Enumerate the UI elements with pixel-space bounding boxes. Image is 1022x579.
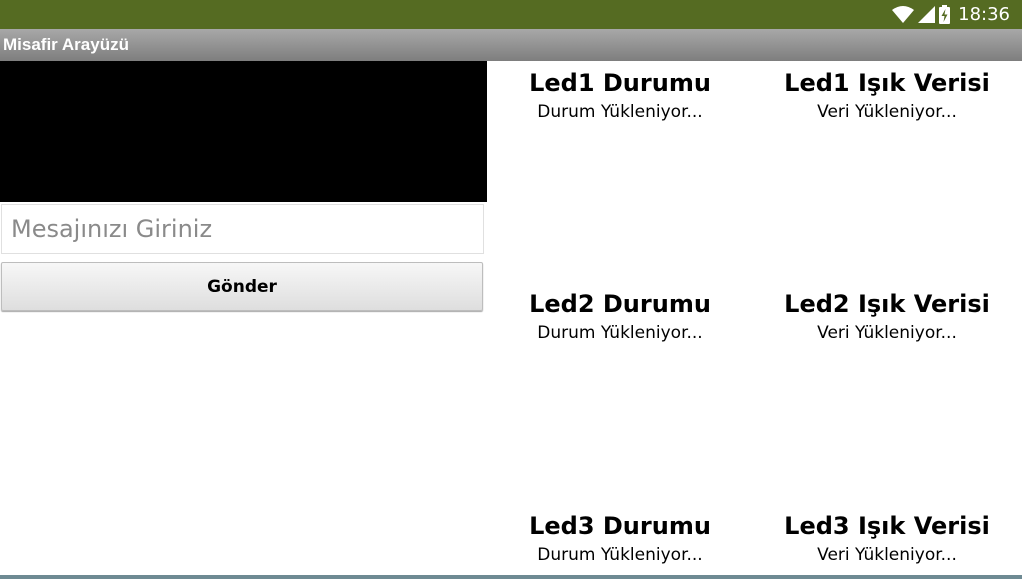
send-button[interactable]: Gönder (1, 262, 483, 311)
led3-status-cell: Led3 Durumu Durum Yükleniyor... (490, 510, 750, 565)
led2-status-title: Led2 Durumu (529, 290, 711, 318)
wifi-icon (892, 6, 915, 23)
led2-light-cell: Led2 Işık Verisi Veri Yükleniyor... (757, 288, 1017, 343)
led3-light-value: Veri Yükleniyor... (817, 545, 957, 565)
led3-light-title: Led3 Işık Verisi (784, 512, 990, 540)
message-input[interactable] (1, 204, 484, 254)
app-title: Misafir Arayüzü (3, 35, 129, 54)
led1-status-title: Led1 Durumu (529, 69, 711, 97)
status-time: 18:36 (958, 4, 1010, 25)
app-title-bar: Misafir Arayüzü (0, 29, 1022, 61)
bottom-divider (0, 575, 1022, 579)
signal-icon (918, 6, 936, 23)
led1-status-cell: Led1 Durumu Durum Yükleniyor... (490, 67, 750, 122)
led1-light-value: Veri Yükleniyor... (817, 102, 957, 122)
led3-light-cell: Led3 Işık Verisi Veri Yükleniyor... (757, 510, 1017, 565)
video-area (0, 61, 487, 202)
led2-status-cell: Led2 Durumu Durum Yükleniyor... (490, 288, 750, 343)
led1-light-cell: Led1 Işık Verisi Veri Yükleniyor... (757, 67, 1017, 122)
status-bar: 18:36 (0, 0, 1022, 29)
led1-status-value: Durum Yükleniyor... (537, 102, 703, 122)
led3-status-title: Led3 Durumu (529, 512, 711, 540)
led2-light-value: Veri Yükleniyor... (817, 323, 957, 343)
led3-status-value: Durum Yükleniyor... (537, 545, 703, 565)
led2-status-value: Durum Yükleniyor... (537, 323, 703, 343)
led2-light-title: Led2 Işık Verisi (784, 290, 990, 318)
battery-charging-icon (939, 5, 951, 24)
status-icons: 18:36 (892, 0, 1010, 29)
led1-light-title: Led1 Işık Verisi (784, 69, 990, 97)
